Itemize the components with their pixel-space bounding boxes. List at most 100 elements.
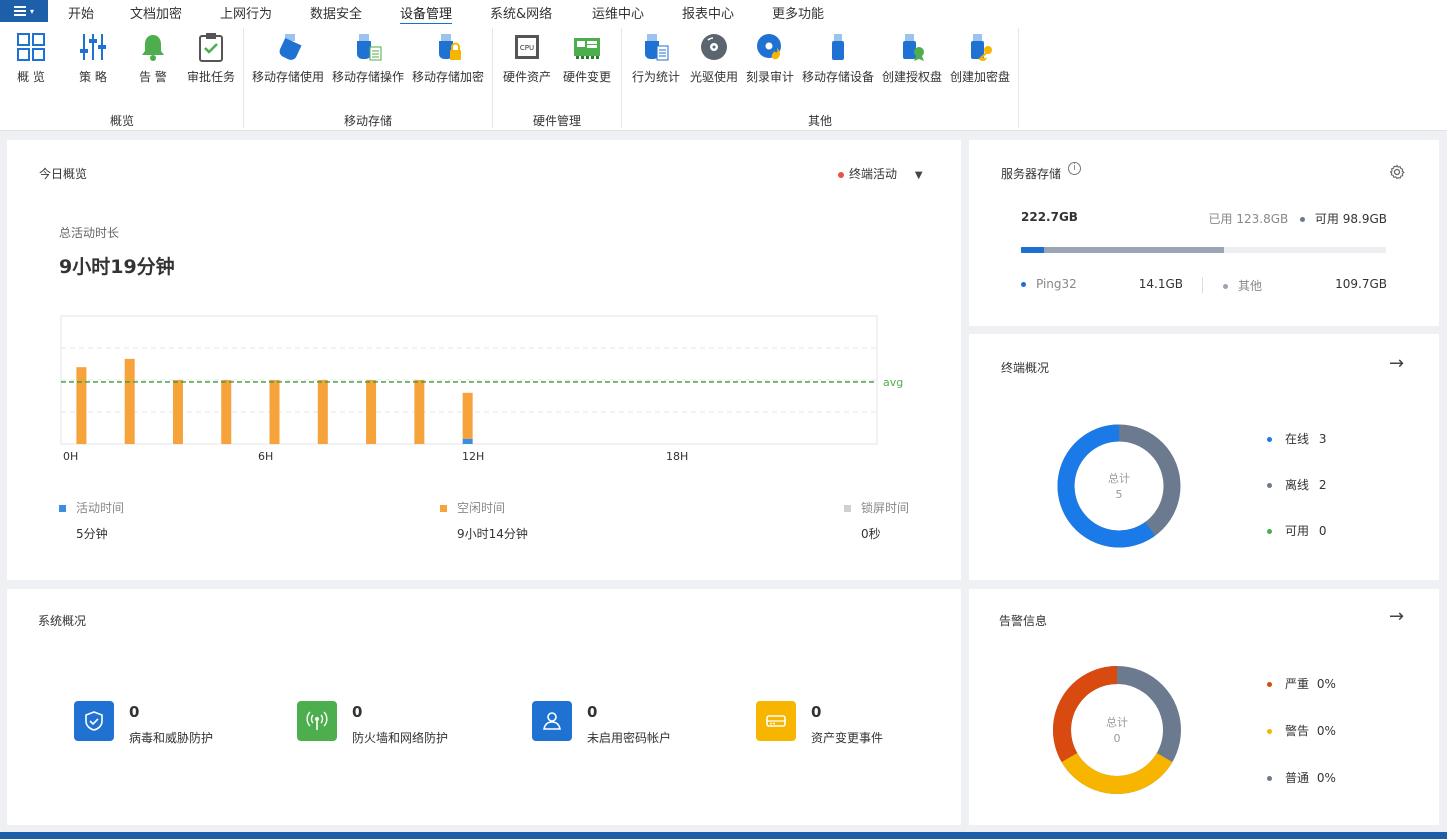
alert-button[interactable]: 告 警 <box>136 30 170 85</box>
user-icon <box>532 701 572 741</box>
behavior-stats-label: 行为统计 <box>632 70 681 84</box>
hardware-change-button[interactable]: 硬件变更 <box>563 30 611 85</box>
divider <box>1202 277 1203 293</box>
usb-device-button[interactable]: 移动存储设备 <box>802 30 874 85</box>
activity-filter-label: 终端活动 <box>849 167 898 181</box>
storage-ping32-segment <box>1021 247 1044 253</box>
overview-button[interactable]: 概 览 <box>14 30 48 85</box>
menu-bar: ▾ 开始 文档加密 上网行为 数据安全 设备管理 系统&网络 运维中心 报表中心… <box>0 0 1447 26</box>
terminal-legend-online: 在线 3 <box>1267 430 1326 447</box>
sys-item-label: 资产变更事件 <box>811 731 884 745</box>
legend-item-idle: 空闲时间 9小时14分钟 <box>440 499 528 542</box>
alert-info-card: 告警信息 → 总计 0 严重 0% 警告 0% 普通 0% <box>969 589 1439 825</box>
behavior-stats-button[interactable]: 行为统计 <box>632 30 680 85</box>
donut-center-value: 0 <box>1114 732 1121 745</box>
tab-more-features[interactable]: 更多功能 <box>772 3 824 22</box>
chart-bar-idle <box>221 380 232 444</box>
chart-bar-idle <box>124 358 135 444</box>
sys-item-count: 0 <box>352 703 363 721</box>
hardware-asset-button[interactable]: CPU 硬件资产 <box>503 30 551 85</box>
create-auth-disk-label: 创建授权盘 <box>882 70 943 84</box>
system-overview-card: 系统概况 0 病毒和威胁防护 0 防火墙和网络防护 0 未启用密码帐户 0 资产… <box>7 589 961 825</box>
legend-label: 可用 <box>1285 524 1310 538</box>
ribbon-separator <box>243 28 244 128</box>
usb-operation-label: 移动存储操作 <box>332 70 405 84</box>
sliders-icon <box>76 30 110 64</box>
legend-dot <box>1267 776 1272 781</box>
usb-icon <box>271 30 305 64</box>
tab-web-behavior[interactable]: 上网行为 <box>220 3 272 22</box>
create-auth-disk-button[interactable]: 创建授权盘 <box>882 30 942 85</box>
legend-label: 空闲时间 <box>457 501 506 515</box>
tab-report-center[interactable]: 报表中心 <box>682 3 734 22</box>
legend-value: 3 <box>1318 432 1327 446</box>
activity-filter-dropdown[interactable]: 终端活动 ▼ <box>838 165 923 182</box>
total-activity-label: 总活动时长 <box>59 226 120 240</box>
tab-ops-center[interactable]: 运维中心 <box>592 3 644 22</box>
sys-item-label: 未启用密码帐户 <box>587 731 672 745</box>
tab-data-security[interactable]: 数据安全 <box>310 3 362 22</box>
chevron-down-icon: ▼ <box>914 170 923 181</box>
gear-icon[interactable] <box>1389 164 1405 180</box>
legend-swatch <box>440 505 447 512</box>
usb-operation-button[interactable]: 移动存储操作 <box>332 30 404 85</box>
disc-icon <box>697 30 731 64</box>
system-overview-title: 系统概况 <box>38 614 87 628</box>
alert-label: 告 警 <box>139 70 167 84</box>
create-encrypt-disk-button[interactable]: 创建加密盘 <box>950 30 1010 85</box>
storage-progress-bar <box>1021 247 1386 253</box>
chart-x-tick-label: 12H <box>462 450 484 463</box>
chart-bar-idle <box>414 380 425 444</box>
usb-lock-icon <box>431 30 465 64</box>
app-menu-button[interactable]: ▾ <box>0 0 48 22</box>
create-encrypt-disk-label: 创建加密盘 <box>950 70 1011 84</box>
legend-value: 0% <box>1316 771 1336 785</box>
status-bar <box>0 832 1447 839</box>
storage-used-value: 123.8GB <box>1236 212 1289 226</box>
donut-center-label: 总计 <box>1108 471 1130 485</box>
arrow-right-icon[interactable]: → <box>1389 606 1404 627</box>
tab-start[interactable]: 开始 <box>68 3 94 22</box>
approval-button[interactable]: 审批任务 <box>187 30 235 85</box>
terminal-legend-offline: 离线 2 <box>1267 476 1326 493</box>
legend-dot <box>1223 284 1228 289</box>
info-icon[interactable]: i <box>1068 162 1081 175</box>
menu-icon <box>13 6 26 16</box>
chart-bar-idle <box>317 380 328 444</box>
policy-label: 策 略 <box>79 70 107 84</box>
legend-item-locked: 锁屏时间 0秒 <box>844 499 909 542</box>
burn-audit-label: 刻录审计 <box>746 70 795 84</box>
caret-down-icon: ▾ <box>29 6 34 16</box>
alert-legend-normal: 普通 0% <box>1267 769 1336 786</box>
burn-audit-button[interactable]: 刻录审计 <box>746 30 794 85</box>
tab-doc-encrypt[interactable]: 文档加密 <box>130 3 182 22</box>
group-label-overview: 概览 <box>110 114 135 128</box>
legend-label: 锁屏时间 <box>861 501 910 515</box>
legend-value: 9小时14分钟 <box>457 527 528 541</box>
chart-x-tick-label: 6H <box>258 450 273 463</box>
legend-value: 5分钟 <box>76 527 108 541</box>
usb-encrypt-button[interactable]: 移动存储加密 <box>412 30 484 85</box>
tab-system-network[interactable]: 系统&网络 <box>490 3 552 22</box>
legend-label: 在线 <box>1285 432 1310 446</box>
legend-label: 活动时间 <box>76 501 125 515</box>
chart-bar-idle <box>366 380 377 444</box>
arrow-right-icon[interactable]: → <box>1389 353 1404 374</box>
sys-item-label: 病毒和威胁防护 <box>129 731 214 745</box>
legend-value: 0秒 <box>861 527 881 541</box>
status-dot-icon <box>838 171 844 178</box>
ribbon-separator <box>621 28 622 128</box>
legend-dot <box>1267 483 1272 488</box>
policy-button[interactable]: 策 略 <box>76 30 110 85</box>
chart-bar-active <box>462 438 473 444</box>
tab-device-management[interactable]: 设备管理 <box>400 3 453 26</box>
group-label-mobile-storage: 移动存储 <box>344 114 393 128</box>
legend-value: 0 <box>1318 524 1327 538</box>
storage-used-segment <box>1021 247 1224 253</box>
storage-item-name: Ping32 <box>1036 277 1077 291</box>
legend-swatch <box>59 505 66 512</box>
sys-item-count: 0 <box>129 703 140 721</box>
storage-item-other: 其他 109.7GB <box>1223 277 1387 293</box>
optical-use-button[interactable]: 光驱使用 <box>690 30 738 85</box>
usb-use-button[interactable]: 移动存储使用 <box>252 30 324 85</box>
